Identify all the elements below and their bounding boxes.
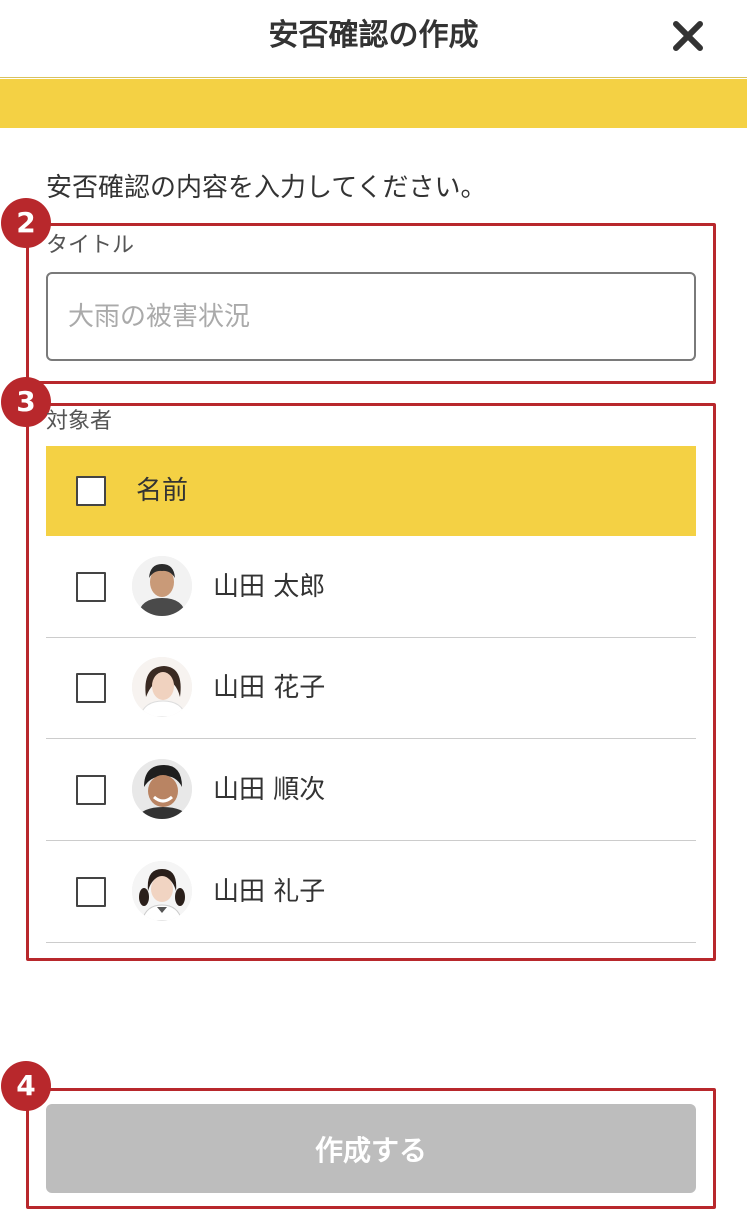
avatar-woman-icon [132,657,192,717]
create-button[interactable]: 作成する [46,1104,696,1193]
member-row[interactable]: 山田 花子 [46,637,696,739]
page-title: 安否確認の作成 [268,18,479,53]
avatar [132,556,192,616]
column-header-name: 名前 [136,476,189,506]
member-name: 山田 順次 [213,775,326,805]
avatar [132,861,192,921]
avatar-girl-icon [132,861,192,921]
select-all-checkbox[interactable] [76,476,106,506]
annotation-badge-4: 4 [1,1061,51,1111]
title-field-label: タイトル [46,233,135,258]
create-safety-check-screen: 安否確認の作成 安否確認の内容を入力してください。 2 タイトル 3 対象者 名… [0,0,747,1218]
avatar-man-icon [132,556,192,616]
target-field-label: 対象者 [46,409,113,434]
title-input[interactable] [46,272,696,361]
avatar [132,759,192,819]
member-name: 山田 太郎 [213,572,326,602]
close-button[interactable] [666,14,710,58]
annotation-badge-2: 2 [1,198,51,248]
avatar [132,657,192,717]
header-accent-band [0,79,747,128]
annotation-badge-3: 3 [1,377,51,427]
member-checkbox[interactable] [76,673,106,703]
header-bar: 安否確認の作成 [0,0,747,78]
member-row[interactable]: 山田 太郎 [46,536,696,638]
close-icon [673,21,703,51]
member-row[interactable]: 山田 順次 [46,739,696,841]
member-checkbox[interactable] [76,877,106,907]
member-name: 山田 礼子 [213,877,326,907]
instruction-text: 安否確認の内容を入力してください。 [46,173,487,203]
avatar-boy-icon [132,759,192,819]
member-checkbox[interactable] [76,572,106,602]
member-list-header: 名前 [46,446,696,536]
member-row[interactable]: 山田 礼子 [46,841,696,943]
member-checkbox[interactable] [76,775,106,805]
member-name: 山田 花子 [213,673,326,703]
